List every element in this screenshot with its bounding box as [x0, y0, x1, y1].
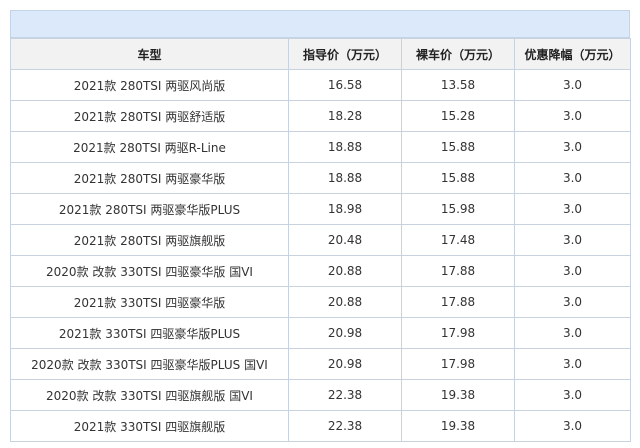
cell-discount: 3.0 — [514, 255, 631, 287]
cell-bare-price: 15.88 — [401, 131, 515, 163]
cell-guide-price: 18.88 — [288, 162, 402, 194]
cell-model: 2021款 280TSI 两驱豪华版PLUS — [10, 193, 289, 225]
cell-discount: 3.0 — [514, 69, 631, 101]
table-row: 2021款 280TSI 两驱风尚版 16.58 13.58 3.0 — [10, 69, 631, 101]
cell-guide-price: 20.88 — [288, 255, 402, 287]
table-row: 2020款 改款 330TSI 四驱豪华版 国VI 20.88 17.88 3.… — [10, 255, 631, 287]
cell-guide-price: 22.38 — [288, 410, 402, 442]
cell-bare-price: 17.48 — [401, 224, 515, 256]
cell-discount: 3.0 — [514, 193, 631, 225]
cell-bare-price: 15.88 — [401, 162, 515, 194]
cell-bare-price: 15.98 — [401, 193, 515, 225]
cell-model: 2021款 280TSI 两驱舒适版 — [10, 100, 289, 132]
cell-bare-price: 15.28 — [401, 100, 515, 132]
cell-bare-price: 17.88 — [401, 255, 515, 287]
cell-bare-price: 13.58 — [401, 69, 515, 101]
cell-guide-price: 22.38 — [288, 379, 402, 411]
cell-guide-price: 20.48 — [288, 224, 402, 256]
cell-discount: 3.0 — [514, 286, 631, 318]
cell-model: 2021款 280TSI 两驱风尚版 — [10, 69, 289, 101]
table-row: 2021款 330TSI 四驱旗舰版 22.38 19.38 3.0 — [10, 410, 631, 442]
table-row: 2021款 280TSI 两驱旗舰版 20.48 17.48 3.0 — [10, 224, 631, 256]
cell-discount: 3.0 — [514, 317, 631, 349]
header-guide-price: 指导价（万元） — [288, 38, 402, 70]
table-row: 2021款 330TSI 四驱豪华版PLUS 20.98 17.98 3.0 — [10, 317, 631, 349]
cell-model: 2021款 330TSI 四驱旗舰版 — [10, 410, 289, 442]
cell-model: 2021款 280TSI 两驱豪华版 — [10, 162, 289, 194]
cell-bare-price: 17.88 — [401, 286, 515, 318]
cell-guide-price: 18.28 — [288, 100, 402, 132]
cell-bare-price: 17.98 — [401, 348, 515, 380]
cell-discount: 3.0 — [514, 162, 631, 194]
cell-model: 2020款 改款 330TSI 四驱旗舰版 国VI — [10, 379, 289, 411]
cell-guide-price: 20.88 — [288, 286, 402, 318]
table-row: 2021款 280TSI 两驱R-Line 18.88 15.88 3.0 — [10, 131, 631, 163]
header-model: 车型 — [10, 38, 289, 70]
cell-discount: 3.0 — [514, 224, 631, 256]
table-row: 2021款 280TSI 两驱豪华版PLUS 18.98 15.98 3.0 — [10, 193, 631, 225]
table-row: 2021款 330TSI 四驱豪华版 20.88 17.88 3.0 — [10, 286, 631, 318]
cell-discount: 3.0 — [514, 348, 631, 380]
cell-discount: 3.0 — [514, 379, 631, 411]
table-row: 2020款 改款 330TSI 四驱豪华版PLUS 国VI 20.98 17.9… — [10, 348, 631, 380]
cell-discount: 3.0 — [514, 410, 631, 442]
cell-guide-price: 20.98 — [288, 317, 402, 349]
cell-guide-price: 18.88 — [288, 131, 402, 163]
cell-model: 2020款 改款 330TSI 四驱豪华版PLUS 国VI — [10, 348, 289, 380]
table-row: 2020款 改款 330TSI 四驱旗舰版 国VI 22.38 19.38 3.… — [10, 379, 631, 411]
price-table-container: 车型 指导价（万元） 裸车价（万元） 优惠降幅（万元） 2021款 280TSI… — [10, 10, 631, 448]
cell-bare-price: 17.98 — [401, 317, 515, 349]
cell-discount: 3.0 — [514, 131, 631, 163]
price-table: 车型 指导价（万元） 裸车价（万元） 优惠降幅（万元） 2021款 280TSI… — [10, 38, 631, 442]
cell-guide-price: 18.98 — [288, 193, 402, 225]
table-caption-bar — [10, 10, 630, 38]
cell-discount: 3.0 — [514, 100, 631, 132]
header-discount: 优惠降幅（万元） — [514, 38, 631, 70]
cell-guide-price: 16.58 — [288, 69, 402, 101]
cell-model: 2020款 改款 330TSI 四驱豪华版 国VI — [10, 255, 289, 287]
cell-model: 2021款 280TSI 两驱R-Line — [10, 131, 289, 163]
cell-model: 2021款 330TSI 四驱豪华版PLUS — [10, 317, 289, 349]
cell-guide-price: 20.98 — [288, 348, 402, 380]
cell-bare-price: 19.38 — [401, 410, 515, 442]
header-bare-price: 裸车价（万元） — [401, 38, 515, 70]
table-header-row: 车型 指导价（万元） 裸车价（万元） 优惠降幅（万元） — [10, 38, 631, 70]
cell-bare-price: 19.38 — [401, 379, 515, 411]
cell-model: 2021款 280TSI 两驱旗舰版 — [10, 224, 289, 256]
table-row: 2021款 280TSI 两驱舒适版 18.28 15.28 3.0 — [10, 100, 631, 132]
table-row: 2021款 280TSI 两驱豪华版 18.88 15.88 3.0 — [10, 162, 631, 194]
cell-model: 2021款 330TSI 四驱豪华版 — [10, 286, 289, 318]
